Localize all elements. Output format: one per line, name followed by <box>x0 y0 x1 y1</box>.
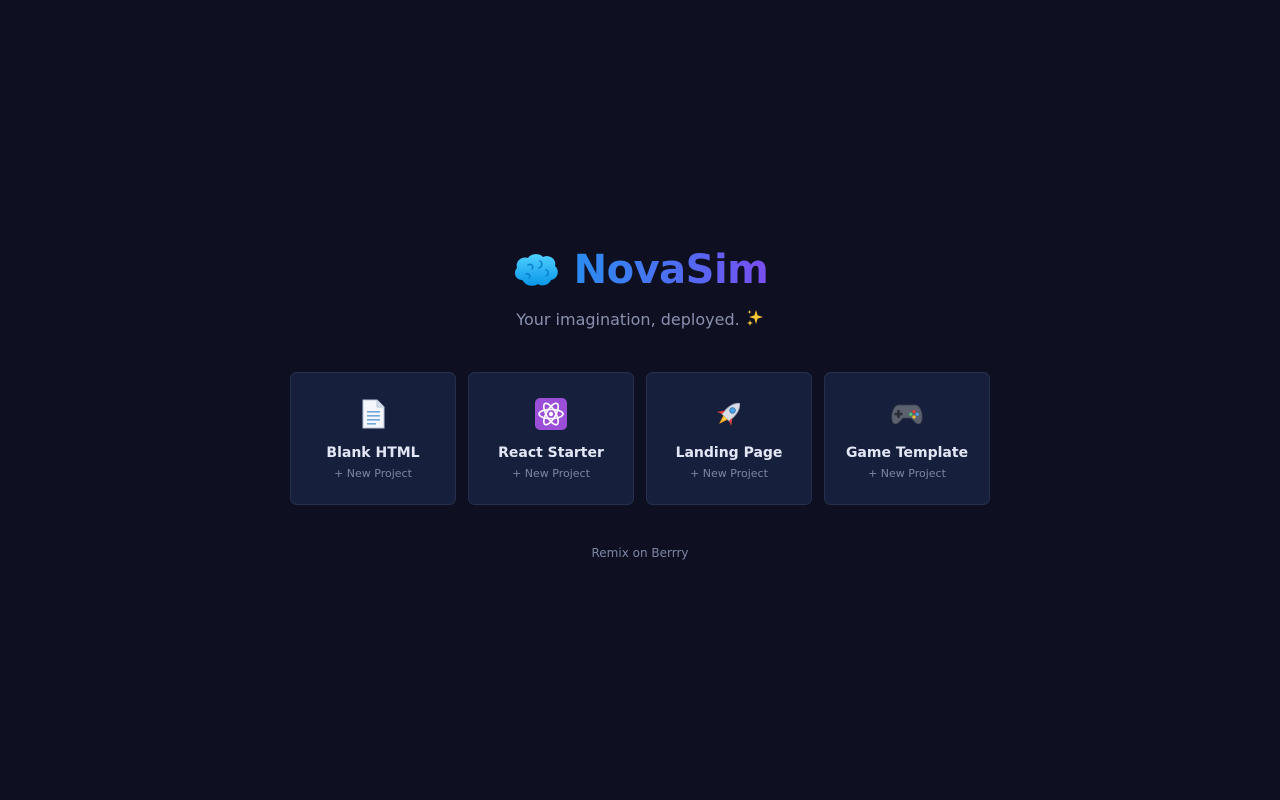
rocket-icon <box>712 397 746 431</box>
tagline-text: Your imagination, deployed. <box>516 310 740 329</box>
template-title: Game Template <box>845 445 969 461</box>
document-icon <box>356 397 390 431</box>
template-title: Blank HTML <box>326 445 420 461</box>
brain-icon <box>514 254 558 286</box>
atom-icon <box>534 397 568 431</box>
tagline: Your imagination, deployed. <box>0 308 1280 332</box>
template-card-react-starter[interactable]: React Starter + New Project <box>468 372 634 505</box>
remix-link[interactable]: Remix on Berrry <box>592 546 689 560</box>
template-title: Landing Page <box>675 445 783 461</box>
template-grid: Blank HTML + New Project React Starter +… <box>290 372 990 505</box>
footer: Remix on Berrry <box>0 545 1280 561</box>
template-card-blank-html[interactable]: Blank HTML + New Project <box>290 372 456 505</box>
sparkles-icon <box>746 310 763 326</box>
page: NovaSim Your imagination, deployed. Blan… <box>0 0 1280 800</box>
gamepad-icon <box>890 397 924 431</box>
app-title: NovaSim <box>574 242 769 298</box>
new-project-label: + New Project <box>512 467 590 480</box>
new-project-label: + New Project <box>868 467 946 480</box>
brand-header: NovaSim <box>0 242 1280 298</box>
new-project-label: + New Project <box>334 467 412 480</box>
template-card-landing-page[interactable]: Landing Page + New Project <box>646 372 812 505</box>
template-title: React Starter <box>498 445 604 461</box>
new-project-label: + New Project <box>690 467 768 480</box>
template-card-game-template[interactable]: Game Template + New Project <box>824 372 990 505</box>
